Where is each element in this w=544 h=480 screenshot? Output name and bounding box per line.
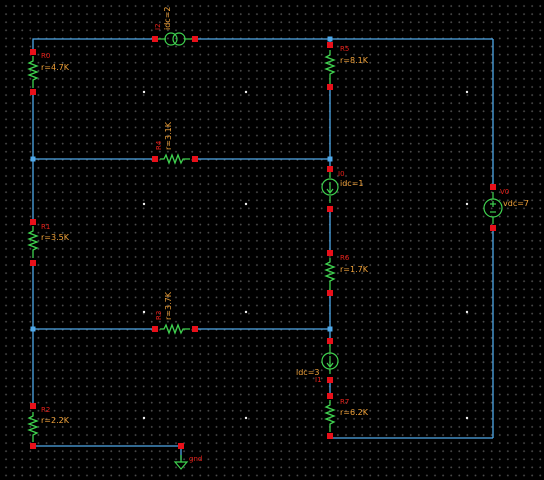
wires[interactable] [32, 38, 494, 460]
r0-value: r=4.7K [41, 63, 70, 72]
r4-name: R4 [155, 140, 163, 150]
resistor-r0[interactable]: R0 r=4.7K [27, 49, 70, 95]
r6-name: R6 [340, 254, 350, 262]
current-source-i0[interactable]: I0 idc=1 [321, 166, 364, 212]
ground-symbol[interactable]: gnd [173, 443, 202, 470]
current-source-i2[interactable]: I2 idc=2 [152, 7, 198, 46]
resistor-r6[interactable]: R6 r=1.7K [324, 250, 369, 296]
i2-value: idc=2 [163, 7, 172, 31]
resistor-r1[interactable]: R1 r=3.5K [27, 219, 70, 266]
i1-name: I1 [315, 376, 322, 384]
r2-value: r=2.2K [41, 416, 70, 425]
wire-top-left[interactable] [32, 38, 155, 52]
r5-name: R5 [340, 45, 349, 53]
resistor-r5[interactable]: R5 r=8.1K [324, 42, 369, 90]
v0-value: vdc=7 [503, 199, 529, 208]
schematic-diagram: R0 r=4.7K R5 r=8.1K R1 r=3.5K R6 r=1.7K … [27, 7, 529, 470]
resistor-r3[interactable]: R3 r=3.7K [152, 291, 198, 335]
schematic-canvas[interactable]: R0 r=4.7K R5 r=8.1K R1 r=3.5K R6 r=1.7K … [0, 0, 544, 480]
r7-value: r=6.2K [340, 408, 369, 417]
r7-name: R7 [340, 398, 349, 406]
i0-value: idc=1 [340, 179, 364, 188]
r0-name: R0 [41, 52, 50, 60]
r4-value: r=3.1K [164, 121, 173, 150]
r1-value: r=3.5K [41, 233, 70, 242]
current-source-i1[interactable]: idc=3 I1 [296, 338, 339, 384]
r5-value: r=8.1K [340, 56, 369, 65]
r6-value: r=1.7K [340, 265, 369, 274]
voltage-source-v0[interactable]: V0 vdc=7 [483, 184, 529, 231]
r3-value: r=3.7K [164, 291, 173, 320]
resistor-r7[interactable]: R7 r=6.2K [324, 393, 369, 439]
junctions [30, 36, 333, 332]
r3-name: R3 [155, 311, 163, 320]
resistor-r2[interactable]: R2 r=2.2K [27, 403, 70, 449]
gnd-label: gnd [189, 455, 202, 463]
r2-name: R2 [41, 406, 50, 414]
i0-name: I0 [338, 170, 345, 178]
i2-name: I2 [154, 23, 162, 30]
resistor-r4[interactable]: R4 r=3.1K [152, 121, 198, 165]
v0-name: V0 [500, 188, 509, 196]
r1-name: R1 [41, 223, 50, 231]
